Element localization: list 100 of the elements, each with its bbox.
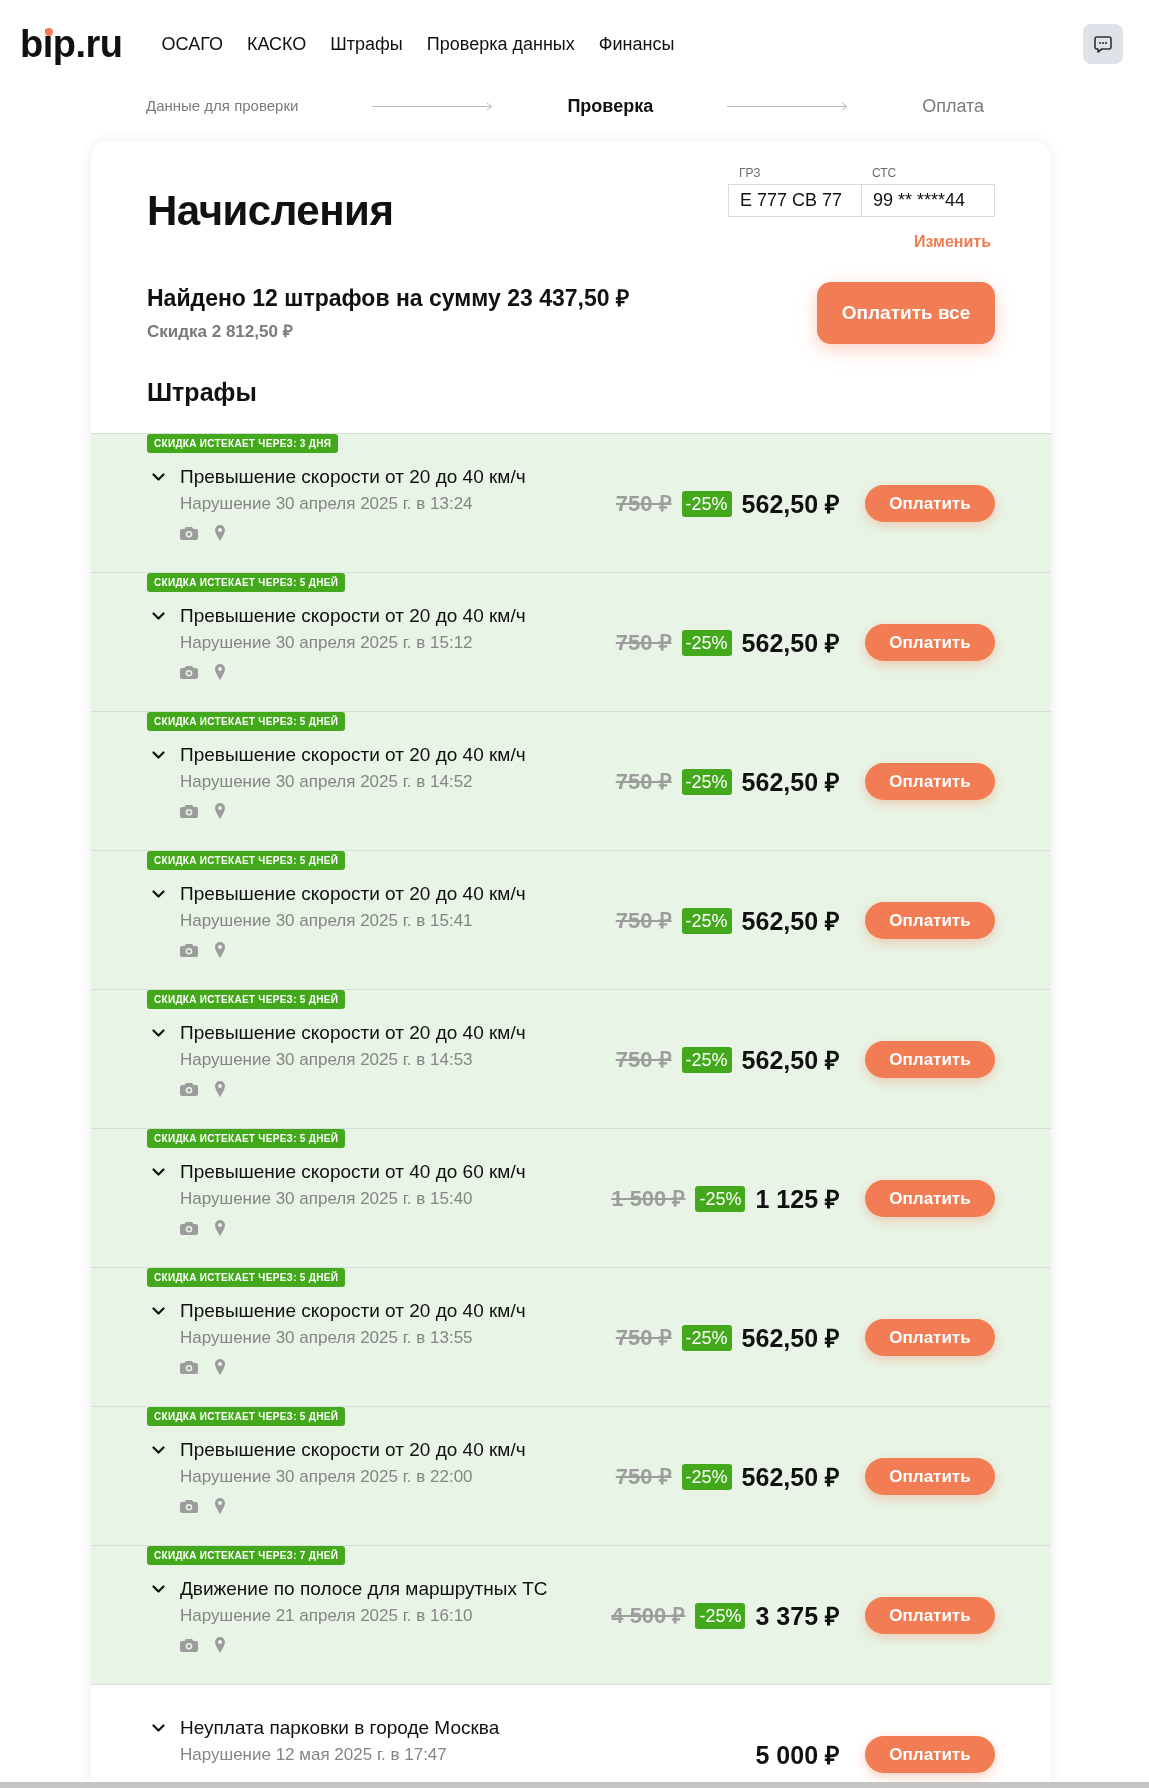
pay-button[interactable]: Оплатить: [865, 1041, 995, 1078]
violation-date: Нарушение 30 апреля 2025 г. в 13:55: [180, 1327, 474, 1349]
location-pin-icon[interactable]: [215, 1498, 225, 1514]
camera-icon[interactable]: [180, 665, 198, 679]
fine-title: Превышение скорости от 40 до 60 км/ч: [180, 1161, 526, 1183]
nav-link[interactable]: КАСКО: [246, 33, 307, 55]
camera-icon[interactable]: [180, 804, 198, 818]
violation-date: Нарушение 30 апреля 2025 г. в 14:53: [180, 1049, 474, 1071]
price: 5 000 ₽: [755, 1739, 840, 1770]
old-price: 750 ₽: [615, 1324, 672, 1351]
price: 562,50 ₽: [741, 1322, 840, 1353]
camera-icon[interactable]: [180, 1221, 198, 1235]
pay-button[interactable]: Оплатить: [865, 763, 995, 800]
violation-date: Нарушение 30 апреля 2025 г. в 14:52: [180, 771, 474, 793]
fine-title: Превышение скорости от 20 до 40 км/ч: [180, 605, 526, 627]
pay-button[interactable]: Оплатить: [865, 902, 995, 939]
pay-button[interactable]: Оплатить: [865, 1458, 995, 1495]
camera-icon[interactable]: [180, 1638, 198, 1652]
camera-icon[interactable]: [180, 1082, 198, 1096]
location-pin-icon[interactable]: [215, 942, 225, 958]
discount-badge: -25%: [681, 1463, 732, 1490]
fine-title: Превышение скорости от 20 до 40 км/ч: [180, 1300, 526, 1322]
price: 1 125 ₽: [755, 1183, 840, 1214]
camera-icon[interactable]: [180, 526, 198, 540]
pay-button[interactable]: Оплатить: [865, 1180, 995, 1217]
chevron-down-icon[interactable]: [152, 1724, 165, 1732]
price: 562,50 ₽: [741, 627, 840, 658]
nav-link[interactable]: ОСАГО: [161, 33, 223, 55]
vehicle-data-value: Е 777 СВ 77: [728, 184, 862, 217]
price: 562,50 ₽: [741, 905, 840, 936]
old-price: 750 ₽: [615, 1463, 672, 1490]
discount-expiry-badge: СКИДКА ИСТЕКАЕТ ЧЕРЕЗ: 5 ДНЕЙ: [147, 1407, 346, 1426]
discount-expiry-badge: СКИДКА ИСТЕКАЕТ ЧЕРЕЗ: 5 ДНЕЙ: [147, 1268, 346, 1287]
location-pin-icon[interactable]: [215, 664, 225, 680]
step-label: Проверка: [567, 95, 654, 117]
chevron-down-icon[interactable]: [152, 1585, 165, 1593]
old-price: 750 ₽: [615, 907, 672, 934]
pay-button[interactable]: Оплатить: [865, 485, 995, 522]
camera-icon[interactable]: [180, 1360, 198, 1374]
old-price: 750 ₽: [615, 1046, 672, 1073]
fine-title: Превышение скорости от 20 до 40 км/ч: [180, 1022, 526, 1044]
camera-icon[interactable]: [180, 943, 198, 957]
camera-icon[interactable]: [180, 1499, 198, 1513]
violation-date: Нарушение 30 апреля 2025 г. в 15:41: [180, 910, 474, 932]
chevron-down-icon[interactable]: [152, 473, 165, 481]
chevron-down-icon[interactable]: [152, 1446, 165, 1454]
old-price: 750 ₽: [615, 768, 672, 795]
fine-title: Движение по полосе для маршрутных ТС: [180, 1578, 548, 1600]
location-pin-icon[interactable]: [215, 1081, 225, 1097]
fine-title: Превышение скорости от 20 до 40 км/ч: [180, 1439, 526, 1461]
chevron-down-icon[interactable]: [152, 1307, 165, 1315]
chat-button[interactable]: [1083, 24, 1123, 64]
discount-badge: -25%: [681, 907, 732, 934]
page-title: Начисления: [147, 187, 394, 235]
nav-link[interactable]: Проверка данных: [426, 33, 575, 55]
fine-title: Превышение скорости от 20 до 40 км/ч: [180, 744, 526, 766]
chevron-down-icon[interactable]: [152, 890, 165, 898]
change-link[interactable]: Изменить: [914, 232, 991, 252]
pay-button[interactable]: Оплатить: [865, 1319, 995, 1356]
chevron-down-icon[interactable]: [152, 1029, 165, 1037]
violation-date: Нарушение 30 апреля 2025 г. в 13:24: [180, 493, 474, 515]
fines-summary: Найдено 12 штрафов на сумму 23 437,50 ₽: [147, 283, 629, 312]
nav-link[interactable]: Финансы: [598, 33, 675, 55]
old-price: 750 ₽: [615, 490, 672, 517]
price: 3 375 ₽: [755, 1600, 840, 1631]
location-pin-icon[interactable]: [215, 525, 225, 541]
discount-badge: -25%: [695, 1602, 746, 1629]
discount-badge: -25%: [681, 1046, 732, 1073]
fine-title: Превышение скорости от 20 до 40 км/ч: [180, 466, 526, 488]
price: 562,50 ₽: [741, 766, 840, 797]
vehicle-data-value: 99 ** ****44: [861, 184, 995, 217]
location-pin-icon[interactable]: [215, 1220, 225, 1236]
fine-title: Неуплата парковки в городе Москва: [180, 1717, 500, 1739]
discount-expiry-badge: СКИДКА ИСТЕКАЕТ ЧЕРЕЗ: 5 ДНЕЙ: [147, 712, 346, 731]
location-pin-icon[interactable]: [215, 803, 225, 819]
price: 562,50 ₽: [741, 1044, 840, 1075]
location-pin-icon[interactable]: [215, 1637, 225, 1653]
pay-button[interactable]: Оплатить: [865, 1736, 995, 1773]
section-title: Штрафы: [147, 377, 258, 407]
logo[interactable]: bip.ru: [20, 25, 123, 63]
location-pin-icon[interactable]: [215, 1359, 225, 1375]
violation-date: Нарушение 30 апреля 2025 г. в 22:00: [180, 1466, 474, 1488]
discount-expiry-badge: СКИДКА ИСТЕКАЕТ ЧЕРЕЗ: 7 ДНЕЙ: [147, 1546, 346, 1565]
old-price: 4 500 ₽: [611, 1602, 686, 1629]
old-price: 1 500 ₽: [611, 1185, 686, 1212]
discount-badge: -25%: [681, 490, 732, 517]
violation-date: Нарушение 12 мая 2025 г. в 17:47: [180, 1744, 448, 1766]
discount-badge: -25%: [681, 1324, 732, 1351]
violation-date: Нарушение 21 апреля 2025 г. в 16:10: [180, 1605, 474, 1627]
pay-all-button[interactable]: Оплатить все: [817, 282, 995, 344]
pay-button[interactable]: Оплатить: [865, 624, 995, 661]
step-label: Оплата: [922, 95, 985, 117]
price: 562,50 ₽: [741, 488, 840, 519]
field-label: СТС: [871, 166, 898, 180]
pay-button[interactable]: Оплатить: [865, 1597, 995, 1634]
chevron-down-icon[interactable]: [152, 1168, 165, 1176]
nav-link[interactable]: Штрафы: [330, 33, 403, 55]
horizontal-scrollbar[interactable]: [0, 1782, 1149, 1788]
chevron-down-icon[interactable]: [152, 612, 165, 620]
chevron-down-icon[interactable]: [152, 751, 165, 759]
